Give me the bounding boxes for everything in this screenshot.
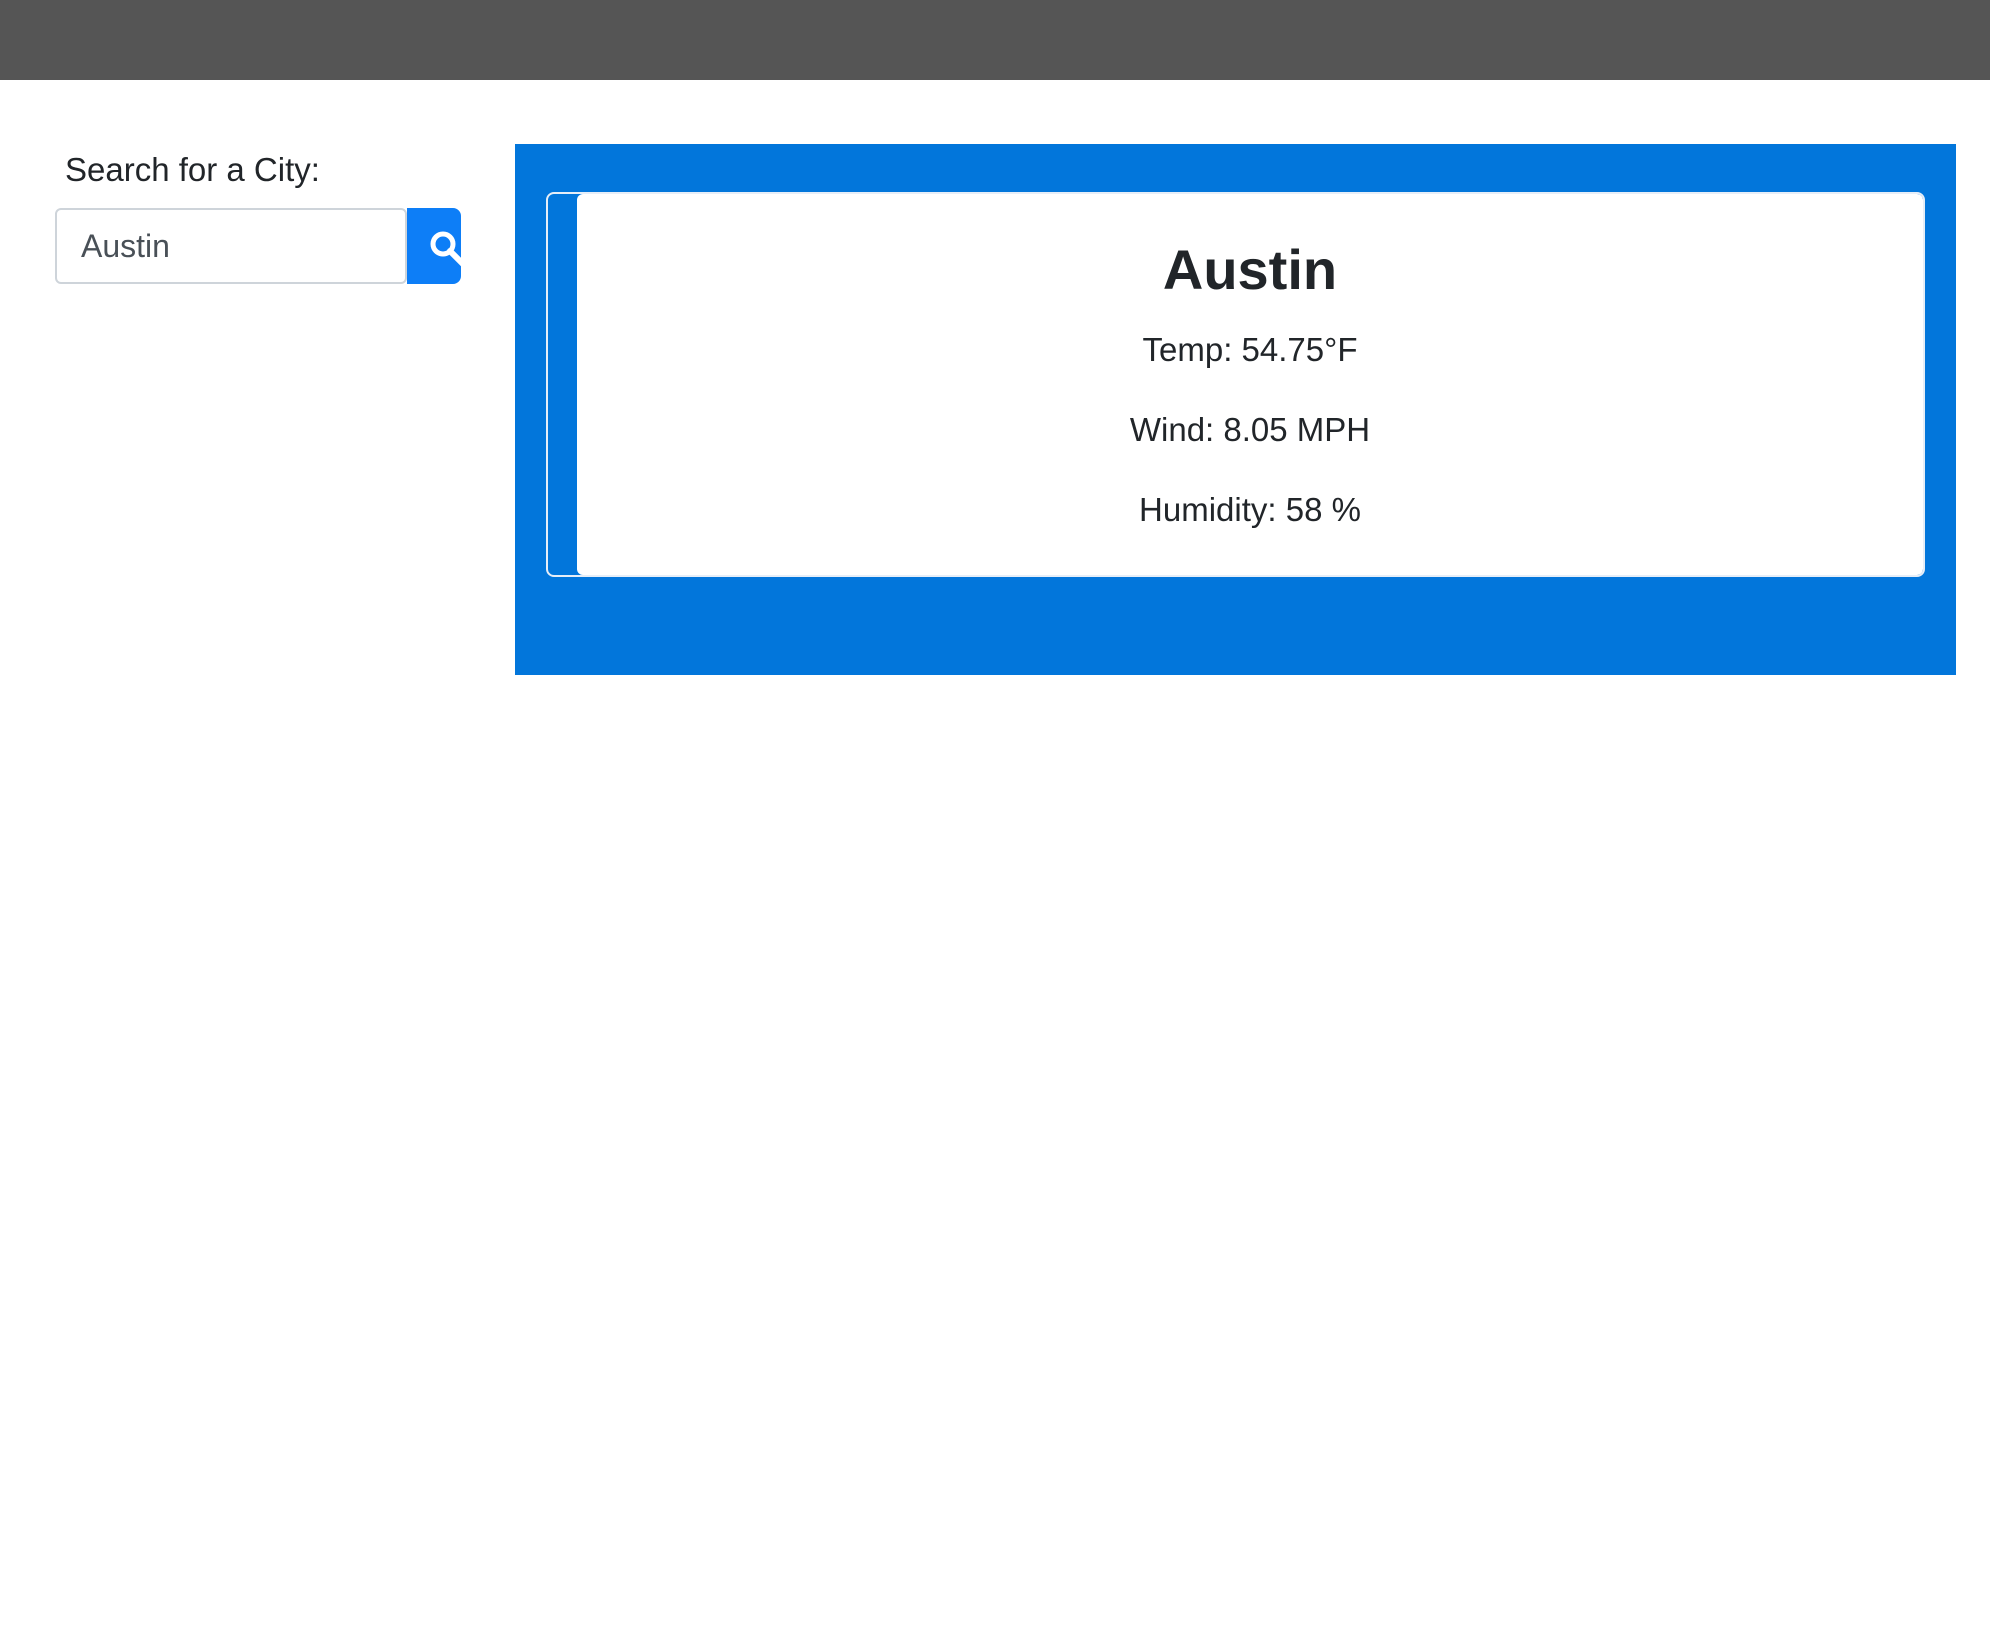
wind-text: Wind: 8.05 MPH <box>1129 411 1371 448</box>
weather-card-frame: Austin Temp: 54.75°F Wind: 8.05 MPH Humi… <box>546 192 1925 577</box>
city-name: Austin <box>1162 238 1338 301</box>
temperature-text: Temp: 54.75°F <box>1142 331 1358 368</box>
search-icon <box>430 231 461 267</box>
city-search-input[interactable] <box>55 208 407 284</box>
current-weather-panel: Austin Temp: 54.75°F Wind: 8.05 MPH Humi… <box>515 144 1956 675</box>
search-button[interactable] <box>407 208 461 284</box>
search-label: Search for a City: <box>65 151 320 188</box>
top-navbar <box>0 0 1990 80</box>
weather-card: Austin Temp: 54.75°F Wind: 8.05 MPH Humi… <box>577 194 1923 575</box>
humidity-text: Humidity: 58 % <box>1139 491 1361 528</box>
